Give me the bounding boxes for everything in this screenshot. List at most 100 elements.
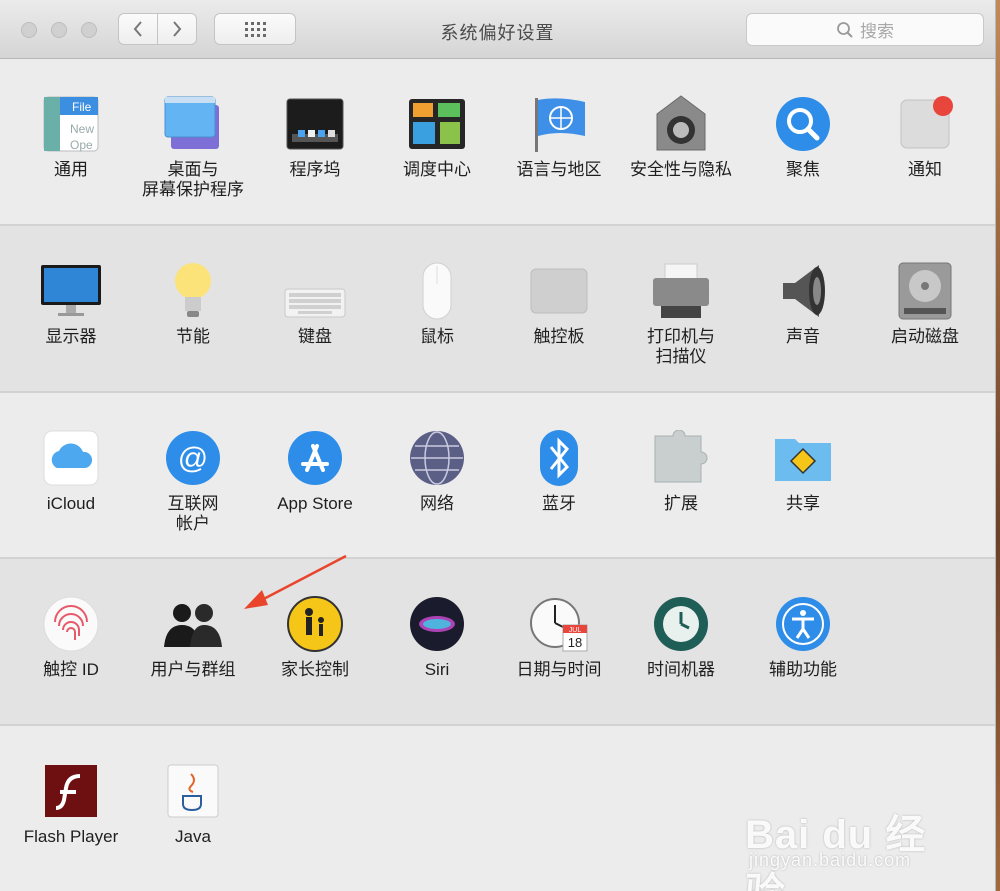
desktop-screensaver-icon (161, 92, 225, 156)
pref-label: 日期与时间 (516, 660, 602, 679)
system-preferences-window: 系统偏好设置 搜索 File New Ope 通用 桌面与 屏幕保护程序 程序坞… (0, 0, 996, 891)
siri-icon (405, 592, 469, 656)
pref-label: 通用 (54, 160, 88, 179)
search-placeholder: 搜索 (860, 22, 894, 41)
pref-label: 扩展 (664, 494, 698, 513)
pref-general[interactable]: File New Ope 通用 (10, 92, 132, 180)
pref-notifications[interactable]: 通知 (864, 92, 986, 180)
energy-saver-icon (161, 259, 225, 323)
pref-date-time[interactable]: JUL 18 日期与时间 (498, 592, 620, 680)
time-machine-icon (649, 592, 713, 656)
pref-label: 共享 (786, 494, 820, 513)
sound-icon (771, 259, 835, 323)
pref-label: 家长控制 (281, 660, 349, 679)
svg-text:Ope: Ope (70, 138, 93, 152)
pref-label: 声音 (786, 327, 820, 346)
pref-label: 打印机与 扫描仪 (647, 327, 715, 366)
pref-label: 程序坞 (289, 160, 341, 179)
date-time-icon: JUL 18 (527, 592, 591, 656)
pref-displays[interactable]: 显示器 (10, 259, 132, 347)
pref-desktop-screensaver[interactable]: 桌面与 屏幕保护程序 (132, 92, 254, 200)
pref-sound[interactable]: 声音 (742, 259, 864, 347)
pref-users-groups[interactable]: 用户与群组 (132, 592, 254, 680)
pref-label: iCloud (46, 494, 96, 513)
pref-label: 调度中心 (403, 160, 471, 179)
extensions-icon (649, 426, 713, 490)
pref-label: App Store (277, 494, 353, 513)
pref-java[interactable]: Java (132, 759, 254, 847)
pref-label: 蓝牙 (542, 494, 576, 513)
pref-sharing[interactable]: 共享 (742, 426, 864, 514)
pref-label: Java (175, 827, 211, 846)
pref-accessibility[interactable]: 辅助功能 (742, 592, 864, 680)
notifications-icon (893, 92, 957, 156)
pref-app-store[interactable]: App Store (254, 426, 376, 514)
sharing-icon (771, 426, 835, 490)
svg-text:JUL: JUL (569, 627, 582, 634)
mission-control-icon (405, 92, 469, 156)
trackpad-icon (527, 259, 591, 323)
pref-extensions[interactable]: 扩展 (620, 426, 742, 514)
pref-label: Flash Player (23, 827, 119, 846)
pref-label: 触控 ID (43, 660, 99, 679)
pref-mouse[interactable]: 鼠标 (376, 259, 498, 347)
svg-text:New: New (70, 122, 94, 136)
pref-label: 启动磁盘 (891, 327, 959, 346)
internet-accounts-icon: @ (161, 426, 225, 490)
general-icon: File New Ope (39, 92, 103, 156)
pref-bluetooth[interactable]: 蓝牙 (498, 426, 620, 514)
java-icon (161, 759, 225, 823)
pref-spotlight[interactable]: 聚焦 (742, 92, 864, 180)
language-region-icon (527, 92, 591, 156)
flash-player-icon (39, 759, 103, 823)
pref-language-region[interactable]: 语言与地区 (498, 92, 620, 180)
app-store-icon (283, 426, 347, 490)
svg-text:File: File (72, 100, 92, 114)
pref-label: 聚焦 (786, 160, 820, 179)
pref-time-machine[interactable]: 时间机器 (620, 592, 742, 680)
pref-keyboard[interactable]: 键盘 (254, 259, 376, 347)
baidu-watermark: Bai du 经验 jingyan.baidu.com (745, 788, 955, 891)
pref-dock[interactable]: 程序坞 (254, 92, 376, 180)
pref-parental-controls[interactable]: 家长控制 (254, 592, 376, 680)
pref-printers-scanners[interactable]: 打印机与 扫描仪 (620, 259, 742, 367)
displays-icon (39, 259, 103, 323)
watermark-brand: Bai du 经验 (745, 813, 927, 891)
pref-network[interactable]: 网络 (376, 426, 498, 514)
pref-icloud[interactable]: iCloud (10, 426, 132, 514)
parental-controls-icon (283, 592, 347, 656)
pref-mission-control[interactable]: 调度中心 (376, 92, 498, 180)
pref-security-privacy[interactable]: 安全性与隐私 (620, 92, 742, 180)
printers-scanners-icon (649, 259, 713, 323)
pref-label: 显示器 (45, 327, 97, 346)
pref-startup-disk[interactable]: 启动磁盘 (864, 259, 986, 347)
watermark-url: jingyan.baidu.com (749, 850, 912, 870)
accessibility-icon (771, 592, 835, 656)
svg-text:@: @ (178, 442, 208, 475)
pref-label: 辅助功能 (769, 660, 837, 679)
touch-id-icon (39, 592, 103, 656)
search-field[interactable]: 搜索 (746, 13, 984, 46)
mouse-icon (405, 259, 469, 323)
dock-icon (283, 92, 347, 156)
spotlight-icon (771, 92, 835, 156)
search-icon (837, 21, 853, 38)
pref-label: 网络 (420, 494, 454, 513)
pref-trackpad[interactable]: 触控板 (498, 259, 620, 347)
pref-label: 时间机器 (647, 660, 715, 679)
pref-label: 键盘 (298, 327, 332, 346)
pref-touch-id[interactable]: 触控 ID (10, 592, 132, 680)
pref-energy-saver[interactable]: 节能 (132, 259, 254, 347)
pref-label: 互联网 帐户 (167, 494, 219, 533)
pref-label: 安全性与隐私 (630, 160, 732, 179)
pref-flash-player[interactable]: Flash Player (10, 759, 132, 847)
network-icon (405, 426, 469, 490)
pref-siri[interactable]: Siri (376, 592, 498, 680)
users-groups-icon (161, 592, 225, 656)
bluetooth-icon (527, 426, 591, 490)
pref-internet-accounts[interactable]: @ 互联网 帐户 (132, 426, 254, 534)
keyboard-icon (283, 259, 347, 323)
startup-disk-icon (893, 259, 957, 323)
pref-label: 节能 (176, 327, 210, 346)
pref-label: 鼠标 (420, 327, 454, 346)
